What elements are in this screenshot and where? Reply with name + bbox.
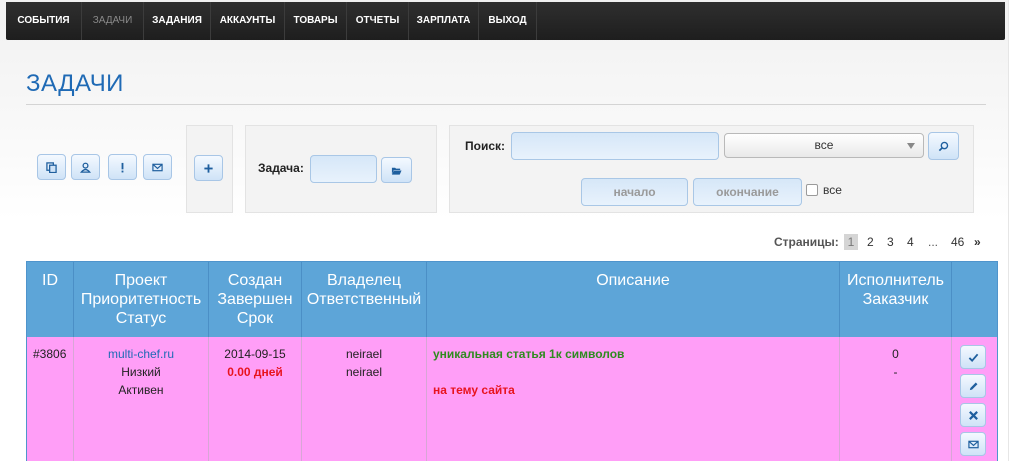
open-task-button[interactable] xyxy=(381,157,412,183)
page-title: ЗАДАЧИ xyxy=(26,70,124,97)
header-created[interactable]: Создан Завершен Срок xyxy=(209,262,302,337)
cell-executor: 0 - xyxy=(840,337,952,461)
header-id[interactable]: ID xyxy=(27,262,74,337)
nav-logout[interactable]: ВЫХОД xyxy=(479,2,537,40)
nav-events[interactable]: СОБЫТИЯ xyxy=(6,2,82,40)
pencil-icon xyxy=(969,382,977,390)
envelope-icon xyxy=(967,440,979,448)
pagination: Страницы: 1 2 3 4 ... 46 » xyxy=(774,234,984,250)
header-owner[interactable]: Владелец Ответственный xyxy=(302,262,427,337)
search-scope-value: все xyxy=(814,138,834,152)
responsible-name: neirael xyxy=(345,365,383,379)
cell-description: уникальная статья 1к символов на тему са… xyxy=(427,337,840,461)
pagination-label: Страницы: xyxy=(774,235,839,249)
search-input[interactable] xyxy=(511,132,719,160)
add-task-button[interactable] xyxy=(194,155,223,181)
search-scope-select[interactable]: все xyxy=(724,133,924,158)
cell-owner: neirael neirael xyxy=(302,337,427,461)
search-icon xyxy=(938,141,949,151)
cell-id: #3806 xyxy=(27,337,74,461)
copy-icon xyxy=(46,161,57,173)
description-text: на тему сайта xyxy=(433,383,515,397)
nav-assignments[interactable]: ЗАДАНИЯ xyxy=(144,2,211,40)
start-date-button[interactable]: начало xyxy=(581,178,688,206)
status-text: Активен xyxy=(118,383,164,397)
page-link-last[interactable]: 46 xyxy=(951,234,964,250)
filter-copy-button[interactable] xyxy=(37,154,66,180)
deadline-text: 0.00 дней xyxy=(227,365,283,379)
nav-salary[interactable]: ЗАРПЛАТА xyxy=(409,2,479,40)
filter-user-button[interactable] xyxy=(71,154,100,180)
complete-task-button[interactable] xyxy=(960,345,986,369)
top-navbar: СОБЫТИЯ ЗАДАЧИ ЗАДАНИЯ АККАУНТЫ ТОВАРЫ О… xyxy=(6,2,1005,40)
page-link[interactable]: 3 xyxy=(887,234,894,250)
header-project[interactable]: Проект Приоритетность Статус xyxy=(74,262,209,337)
search-button[interactable] xyxy=(928,132,959,160)
task-lookup-label: Задача: xyxy=(258,161,304,175)
description-title[interactable]: уникальная статья 1к символов xyxy=(433,345,839,363)
table-header: ID Проект Приоритетность Статус Создан З… xyxy=(27,262,997,337)
nav-goods[interactable]: ТОВАРЫ xyxy=(285,2,347,40)
priority-text: Низкий xyxy=(121,365,161,379)
project-link[interactable]: multi-chef.ru xyxy=(74,345,208,363)
created-date: 2014-09-15 xyxy=(224,347,286,361)
nav-reports[interactable]: ОТЧЕТЫ xyxy=(347,2,409,40)
page-link[interactable]: 4 xyxy=(907,234,914,250)
cell-actions xyxy=(952,337,997,461)
folder-open-icon xyxy=(391,167,402,175)
check-icon xyxy=(968,353,978,362)
owner-name: neirael xyxy=(345,347,383,361)
filter-mail-button[interactable] xyxy=(143,154,172,180)
page-current: 1 xyxy=(844,234,858,250)
executor-value: 0 xyxy=(892,347,899,361)
scrollbar-gutter xyxy=(1008,0,1025,461)
delete-task-button[interactable] xyxy=(960,403,986,427)
page-link[interactable]: 2 xyxy=(867,234,874,250)
cell-dates: 2014-09-15 0.00 дней xyxy=(209,337,302,461)
end-date-button[interactable]: окончание xyxy=(693,178,802,206)
chevron-down-icon xyxy=(907,143,915,149)
all-dates-checkbox[interactable] xyxy=(806,184,818,196)
cell-project: multi-chef.ru Низкий Активен xyxy=(74,337,209,461)
message-task-button[interactable] xyxy=(960,432,986,456)
envelope-icon xyxy=(152,163,163,171)
header-actions xyxy=(952,262,997,337)
header-executor[interactable]: Исполнитель Заказчик xyxy=(840,262,952,337)
filter-priority-button[interactable] xyxy=(108,154,137,180)
user-icon xyxy=(80,162,91,173)
table-row: #3806 multi-chef.ru Низкий Активен 2014-… xyxy=(27,337,997,461)
title-divider xyxy=(26,104,986,105)
nav-accounts[interactable]: АККАУНТЫ xyxy=(211,2,285,40)
customer-value: - xyxy=(893,365,898,379)
task-number-input[interactable] xyxy=(310,155,377,183)
plus-icon xyxy=(204,163,213,173)
header-description[interactable]: Описание xyxy=(427,262,840,337)
exclamation-icon xyxy=(121,162,124,172)
all-dates-label: все xyxy=(823,183,842,197)
close-icon xyxy=(968,410,978,420)
nav-tasks[interactable]: ЗАДАЧИ xyxy=(82,2,144,40)
tasks-table: ID Проект Приоритетность Статус Создан З… xyxy=(26,261,998,461)
search-label: Поиск: xyxy=(465,139,506,153)
page-ellipsis: ... xyxy=(928,235,939,249)
page-next[interactable]: » xyxy=(974,234,981,250)
edit-task-button[interactable] xyxy=(960,374,986,398)
